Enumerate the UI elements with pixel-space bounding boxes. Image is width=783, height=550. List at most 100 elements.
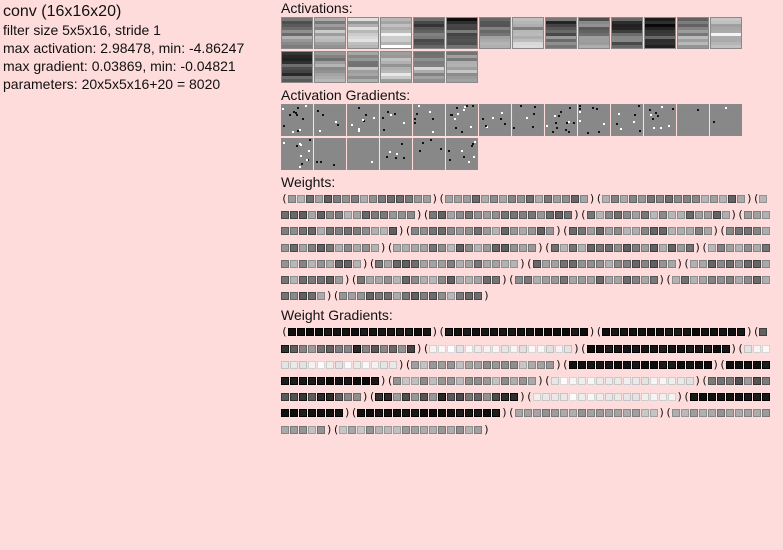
close-paren: ) bbox=[588, 325, 596, 339]
filter-slice bbox=[402, 259, 411, 268]
filter-slice bbox=[559, 393, 568, 402]
open-paren: ( bbox=[595, 325, 603, 339]
filter-slice bbox=[371, 377, 379, 386]
filter-slice bbox=[622, 227, 631, 236]
filter-slice bbox=[631, 243, 640, 252]
filter-slice bbox=[492, 211, 501, 220]
filter-slice bbox=[498, 195, 507, 203]
filter-slice bbox=[622, 344, 631, 353]
filter-slice bbox=[761, 211, 770, 220]
filter-slice bbox=[716, 409, 725, 418]
filter-slice bbox=[613, 409, 622, 418]
filter-slice bbox=[305, 195, 314, 203]
filter-slice bbox=[568, 360, 577, 369]
filter-slice bbox=[519, 227, 528, 236]
filter-slice bbox=[501, 393, 510, 402]
filter-slice bbox=[290, 360, 298, 369]
filter-slice bbox=[649, 211, 658, 220]
filter-slice bbox=[317, 409, 325, 418]
activation-map-tile bbox=[644, 17, 676, 49]
filter-slice bbox=[631, 344, 640, 353]
filter-slice bbox=[290, 276, 298, 285]
filter-slice bbox=[701, 328, 710, 337]
filter-slice bbox=[290, 243, 298, 252]
filter-slice bbox=[604, 259, 613, 268]
filter-slice bbox=[299, 259, 307, 268]
filter-slice bbox=[743, 344, 752, 353]
activations-label: Activations: bbox=[281, 0, 353, 16]
filter-slice bbox=[281, 344, 289, 353]
filter-slice bbox=[667, 243, 676, 252]
filter-slice bbox=[595, 393, 604, 402]
filter-slice bbox=[519, 360, 528, 369]
filter-slice bbox=[444, 195, 453, 203]
filter-slice bbox=[389, 360, 397, 369]
filter-slice bbox=[622, 377, 631, 386]
filter-slice bbox=[380, 360, 388, 369]
activation-map-tile bbox=[314, 17, 346, 49]
filter-slice bbox=[290, 393, 298, 402]
filter-slice bbox=[456, 211, 465, 220]
filter-slice bbox=[456, 259, 465, 268]
filter-slice bbox=[501, 344, 510, 353]
filter-slice bbox=[317, 377, 325, 386]
filter-slice bbox=[281, 259, 289, 268]
filter-slice bbox=[568, 409, 577, 418]
open-paren: ( bbox=[438, 192, 445, 205]
filter-slice bbox=[631, 393, 640, 402]
filter-slice bbox=[492, 360, 501, 369]
filter-slice bbox=[375, 393, 384, 402]
filter-slice bbox=[447, 227, 456, 236]
filter-slice bbox=[543, 328, 552, 337]
filter-slice bbox=[710, 195, 719, 203]
filter-slice bbox=[613, 243, 622, 252]
open-paren: ( bbox=[561, 224, 569, 238]
activation-map-tile bbox=[611, 17, 643, 49]
filter-slice bbox=[501, 360, 510, 369]
filter-slice bbox=[489, 328, 498, 337]
parameters-text: parameters: 20x5x5x16+20 = 8020 bbox=[3, 76, 221, 92]
filter-slice bbox=[595, 409, 604, 418]
activation-gradient-tile bbox=[677, 104, 709, 136]
filter-slice bbox=[649, 377, 658, 386]
filter-slice bbox=[577, 259, 586, 268]
filter-slice bbox=[456, 377, 465, 386]
filter-slice bbox=[604, 360, 613, 369]
filter-slice bbox=[438, 243, 447, 252]
filter-slice bbox=[510, 393, 519, 402]
filter-slice bbox=[353, 259, 361, 268]
filter-slice bbox=[375, 259, 384, 268]
filter-slice bbox=[734, 259, 743, 268]
filter-slice bbox=[640, 211, 649, 220]
filter-slice bbox=[456, 409, 465, 418]
filter-slice bbox=[752, 409, 761, 418]
filter-slice bbox=[725, 360, 734, 369]
close-paren: ) bbox=[326, 289, 333, 303]
filter-slice bbox=[384, 425, 393, 434]
filter-slice bbox=[447, 409, 456, 418]
layer-visualization: Activations: Activation Gradients: Weigh… bbox=[281, 0, 781, 438]
filter-slice bbox=[420, 292, 429, 301]
filter-slice bbox=[411, 409, 420, 418]
open-paren: ( bbox=[281, 192, 288, 205]
filter-slice bbox=[447, 211, 456, 220]
filter-slice bbox=[326, 377, 334, 386]
filter-slice bbox=[579, 195, 588, 203]
filter-slice bbox=[737, 195, 746, 203]
filter-slice bbox=[341, 328, 350, 337]
open-paren: ( bbox=[595, 192, 603, 205]
filter-slice bbox=[743, 227, 752, 236]
open-paren: ( bbox=[404, 224, 412, 238]
filter-slice bbox=[570, 195, 579, 203]
filter-slice bbox=[344, 393, 352, 402]
filter-slice bbox=[698, 259, 707, 268]
filter-slice bbox=[528, 227, 537, 236]
close-paren: ) bbox=[398, 224, 405, 238]
filter-slice bbox=[317, 259, 325, 268]
filter-slice bbox=[667, 393, 676, 402]
filter-slice bbox=[299, 243, 307, 252]
filter-slice bbox=[698, 276, 707, 285]
filter-slice bbox=[761, 360, 770, 369]
filter-slice bbox=[561, 328, 570, 337]
filter-slice bbox=[447, 243, 456, 252]
